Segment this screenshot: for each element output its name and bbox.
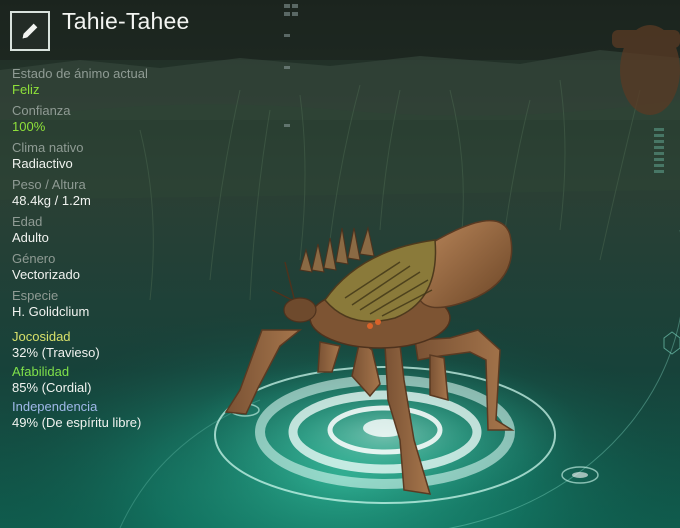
stat-value: Radiactivo — [12, 156, 73, 171]
stat-value: 100% — [12, 119, 46, 134]
stat-row: Especie H. Golidclium — [12, 288, 272, 320]
stat-label: Clima nativo — [12, 140, 84, 155]
pencil-icon — [22, 23, 38, 39]
trait-value: 49% (De espíritu libre) — [12, 415, 142, 430]
trait-value: 32% (Travieso) — [12, 345, 100, 360]
trait-row: Afabilidad 85% (Cordial) — [12, 364, 272, 396]
stat-row: Confianza 100% — [12, 103, 272, 135]
stat-row: Peso / Altura 48.4kg / 1.2m — [12, 177, 272, 209]
stats-panel: Estado de ánimo actual Feliz Confianza 100%… — [12, 66, 272, 325]
trait-label: Independencia — [12, 399, 98, 414]
stat-label: Edad — [12, 214, 43, 229]
stat-value: Adulto — [12, 230, 49, 245]
trait-label: Afabilidad — [12, 364, 70, 379]
stat-label: Confianza — [12, 103, 71, 118]
stat-row: Clima nativo Radiactivo — [12, 140, 272, 172]
header: Tahie-Tahee — [10, 7, 190, 53]
stat-row: Género Vectorizado — [12, 251, 272, 283]
stat-row: Edad Adulto — [12, 214, 272, 246]
stat-value: Vectorizado — [12, 267, 80, 282]
stat-label: Género — [12, 251, 56, 266]
stat-row: Estado de ánimo actual Feliz — [12, 66, 272, 98]
trait-row: Independencia 49% (De espíritu libre) — [12, 399, 272, 431]
edit-name-button[interactable] — [10, 11, 50, 51]
trait-value: 85% (Cordial) — [12, 380, 92, 395]
stat-value: 48.4kg / 1.2m — [12, 193, 91, 208]
creature-name: Tahie-Tahee — [62, 7, 190, 34]
trait-row: Jocosidad 32% (Travieso) — [12, 329, 272, 361]
trait-label: Jocosidad — [12, 329, 71, 344]
stat-label: Estado de ánimo actual — [12, 66, 148, 81]
stat-label: Especie — [12, 288, 59, 303]
stat-value: Feliz — [12, 82, 40, 97]
traits-panel: Jocosidad 32% (Travieso) Afabilidad 85% (Co… — [12, 329, 272, 434]
stat-value: H. Golidclium — [12, 304, 90, 319]
stat-label: Peso / Altura — [12, 177, 86, 192]
